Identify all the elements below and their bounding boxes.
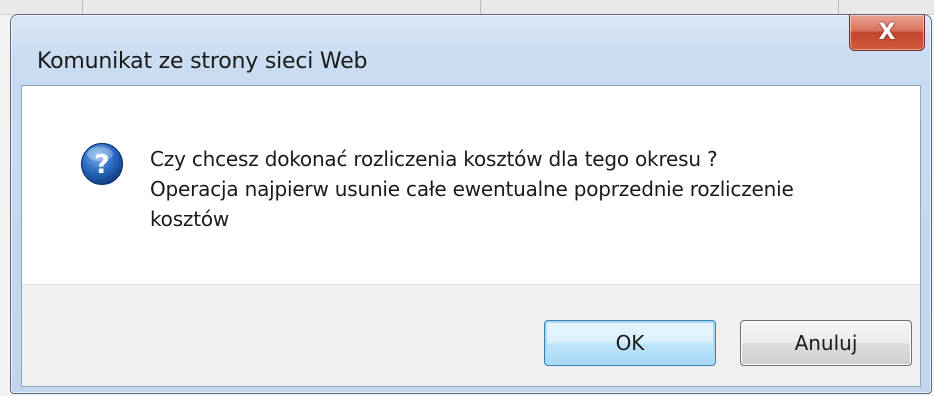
- message-line-1: Czy chcesz dokonać rozliczenia kosztów d…: [150, 147, 718, 171]
- button-bar: OK Anuluj: [22, 284, 920, 386]
- ok-button[interactable]: OK: [544, 320, 716, 366]
- background-column-divider: [838, 0, 839, 14]
- message-area: ? Czy chcesz dokonać rozliczenia kosztów…: [22, 86, 920, 284]
- background-toolbar: [0, 0, 934, 15]
- dialog-client-area: ? Czy chcesz dokonać rozliczenia kosztów…: [21, 85, 921, 387]
- message-line-3: kosztów: [150, 207, 230, 231]
- svg-text:?: ?: [94, 150, 109, 180]
- dialog-title: Komunikat ze strony sieci Web: [37, 49, 368, 74]
- close-button[interactable]: X: [849, 15, 925, 51]
- title-bar[interactable]: Komunikat ze strony sieci Web X: [11, 15, 931, 85]
- question-icon: ?: [80, 142, 124, 186]
- cancel-button[interactable]: Anuluj: [740, 320, 912, 366]
- background-column-divider: [480, 0, 481, 14]
- dialog-message: Czy chcesz dokonać rozliczenia kosztów d…: [150, 144, 890, 234]
- message-dialog: Komunikat ze strony sieci Web X ? Czy ch…: [10, 14, 932, 394]
- message-line-2: Operacja najpierw usunie całe ewentualne…: [150, 177, 794, 201]
- close-x-icon: X: [878, 19, 896, 45]
- background-column-divider: [82, 0, 83, 14]
